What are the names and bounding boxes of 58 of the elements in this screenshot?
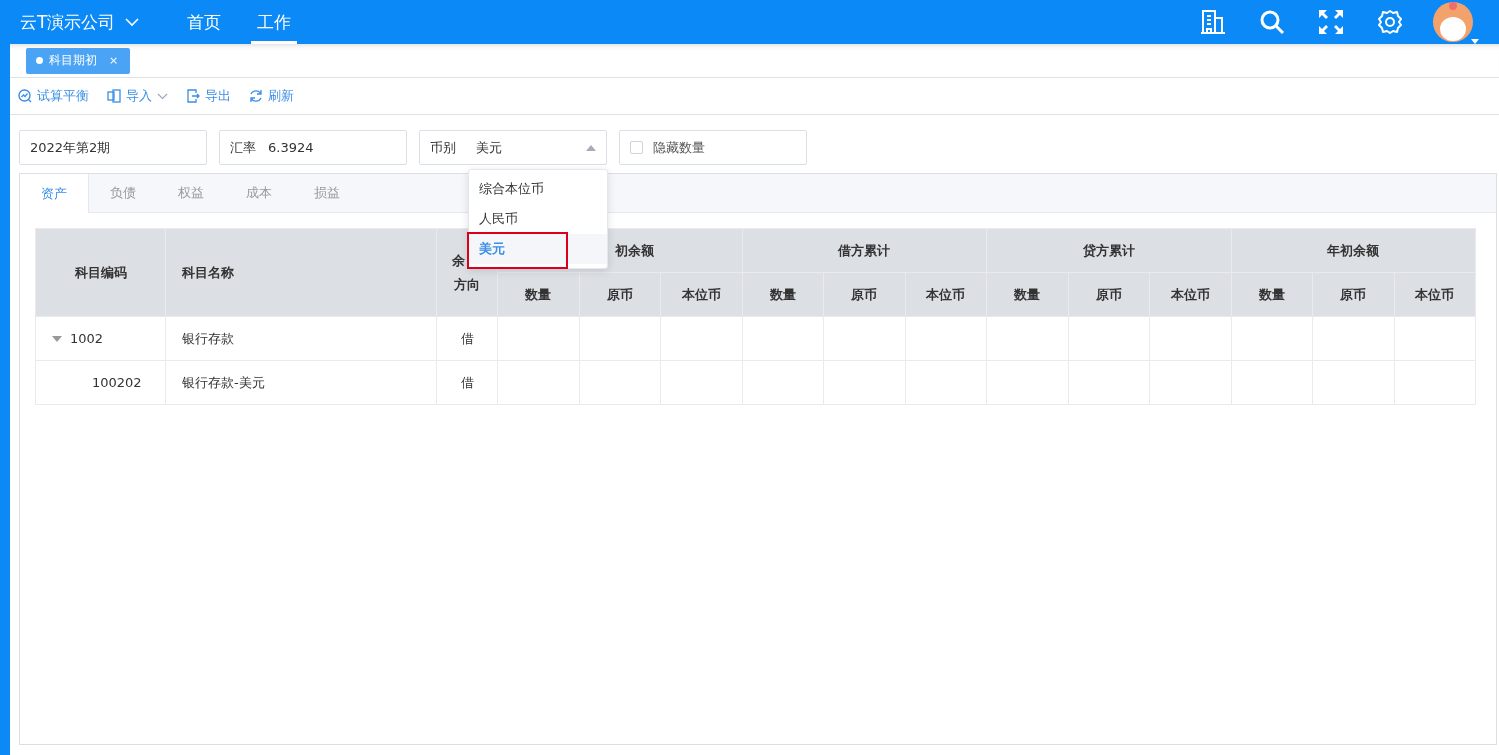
column-header: 数量 [986, 272, 1068, 317]
column-header: 原币 [1068, 272, 1150, 317]
menu-item[interactable]: 综合本位币 [469, 174, 607, 204]
import-icon [107, 89, 121, 103]
table-cell: 100202 [92, 375, 142, 390]
chevron-down-icon [157, 92, 168, 100]
column-header: 数量 [742, 272, 824, 317]
expand-caret-icon[interactable] [52, 335, 62, 342]
toolbar-button[interactable]: 试算平衡 [18, 87, 89, 105]
column-header: 贷方累计 [986, 228, 1231, 273]
column-header: 数量 [497, 272, 579, 317]
category-tab[interactable]: 负债 [89, 174, 157, 212]
toolbar-button[interactable]: 刷新 [249, 87, 294, 105]
column-header: 余 [450, 252, 466, 270]
menu-item[interactable]: 美元 [469, 234, 607, 264]
column-header: 本位币 [660, 272, 742, 317]
building-icon[interactable] [1200, 9, 1226, 35]
toolbar-button[interactable]: 导出 [186, 87, 231, 105]
chevron-down-icon [125, 17, 140, 27]
tab-label: 科目期初 [49, 52, 97, 69]
rate-field[interactable]: 汇率 6.3924 [219, 130, 407, 165]
column-header: 本位币 [905, 272, 987, 317]
column-header: 数量 [1231, 272, 1313, 317]
column-header: 科目名称 [165, 228, 437, 317]
table-cell: 银行存款-美元 [182, 374, 265, 390]
column-header: 原币 [1312, 272, 1394, 317]
category-tab[interactable]: 资产 [20, 174, 89, 213]
column-header: 借方累计 [742, 228, 987, 273]
column-header: 科目编码 [35, 228, 166, 317]
column-header: 本位币 [1149, 272, 1231, 317]
category-tab[interactable]: 成本 [225, 174, 293, 212]
column-header: 本位币 [1394, 272, 1476, 317]
refresh-icon [249, 89, 263, 103]
dot-icon [36, 57, 43, 64]
page-tab[interactable]: 科目期初 × [26, 47, 131, 74]
period-field[interactable]: 2022年第2期 [19, 130, 207, 165]
table-cell: 借 [460, 374, 474, 390]
currency-select[interactable]: 币别 美元 [419, 130, 607, 165]
settings-icon[interactable] [1377, 9, 1403, 35]
export-icon [186, 89, 200, 103]
hide-quantity-checkbox[interactable]: 隐藏数量 [619, 130, 807, 165]
search-chart-icon [18, 89, 32, 103]
table-cell: 借 [460, 330, 474, 346]
category-tab[interactable]: 权益 [157, 174, 225, 212]
column-header: 原币 [823, 272, 905, 317]
toolbar-button[interactable]: 导入 [107, 87, 168, 105]
company-switcher[interactable]: 云T演示公司 [20, 0, 140, 44]
column-header: 原币 [579, 272, 661, 317]
fullscreen-icon[interactable] [1318, 9, 1344, 35]
nav-tab[interactable]: 首页 [181, 0, 228, 44]
column-header: 年初余额 [1231, 228, 1476, 273]
search-icon[interactable] [1259, 9, 1285, 35]
table-cell: 银行存款 [182, 330, 234, 346]
category-tab[interactable]: 损益 [293, 174, 361, 212]
table-cell: 1002 [70, 331, 104, 346]
close-button[interactable]: × [109, 54, 119, 67]
column-header: 方向 [453, 276, 481, 294]
avatar[interactable] [1433, 2, 1473, 42]
